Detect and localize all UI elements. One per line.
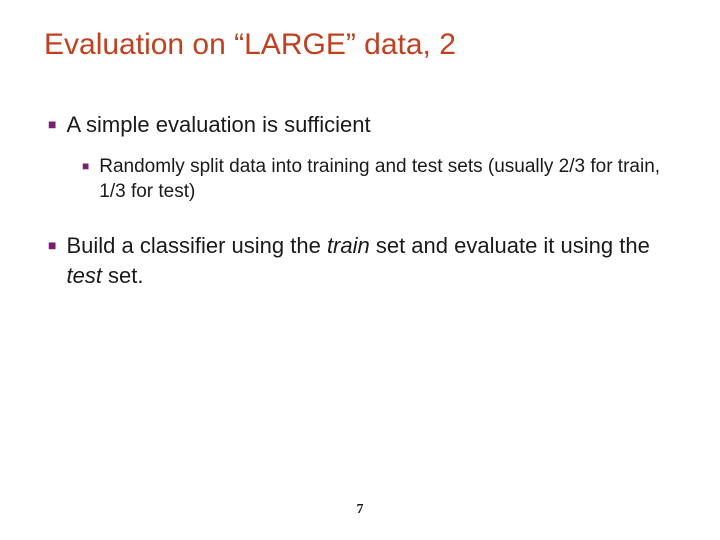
bullet-text: Build a classifier using the train set a… (66, 231, 676, 290)
bullet-text: Randomly split data into training and te… (99, 154, 676, 205)
slide-title: Evaluation on “LARGE” data, 2 (44, 28, 676, 62)
text-segment: Build a classifier using the (66, 233, 326, 258)
slide-container: Evaluation on “LARGE” data, 2 ■ A simple… (0, 0, 720, 332)
bullet-item: ■ Build a classifier using the train set… (44, 231, 676, 290)
text-segment: set. (102, 263, 144, 288)
bullet-text: A simple evaluation is sufficient (66, 110, 370, 140)
bullet-marker-icon: ■ (48, 116, 56, 132)
bullet-marker-icon: ■ (48, 237, 56, 253)
bullet-item: ■ A simple evaluation is sufficient (44, 110, 676, 140)
text-segment: set and evaluate it using the (370, 233, 650, 258)
italic-text: train (327, 233, 370, 258)
bullet-item-sub: ■ Randomly split data into training and … (44, 154, 676, 205)
page-number: 7 (357, 502, 364, 518)
bullet-marker-icon: ■ (82, 159, 89, 173)
italic-text: test (66, 263, 101, 288)
